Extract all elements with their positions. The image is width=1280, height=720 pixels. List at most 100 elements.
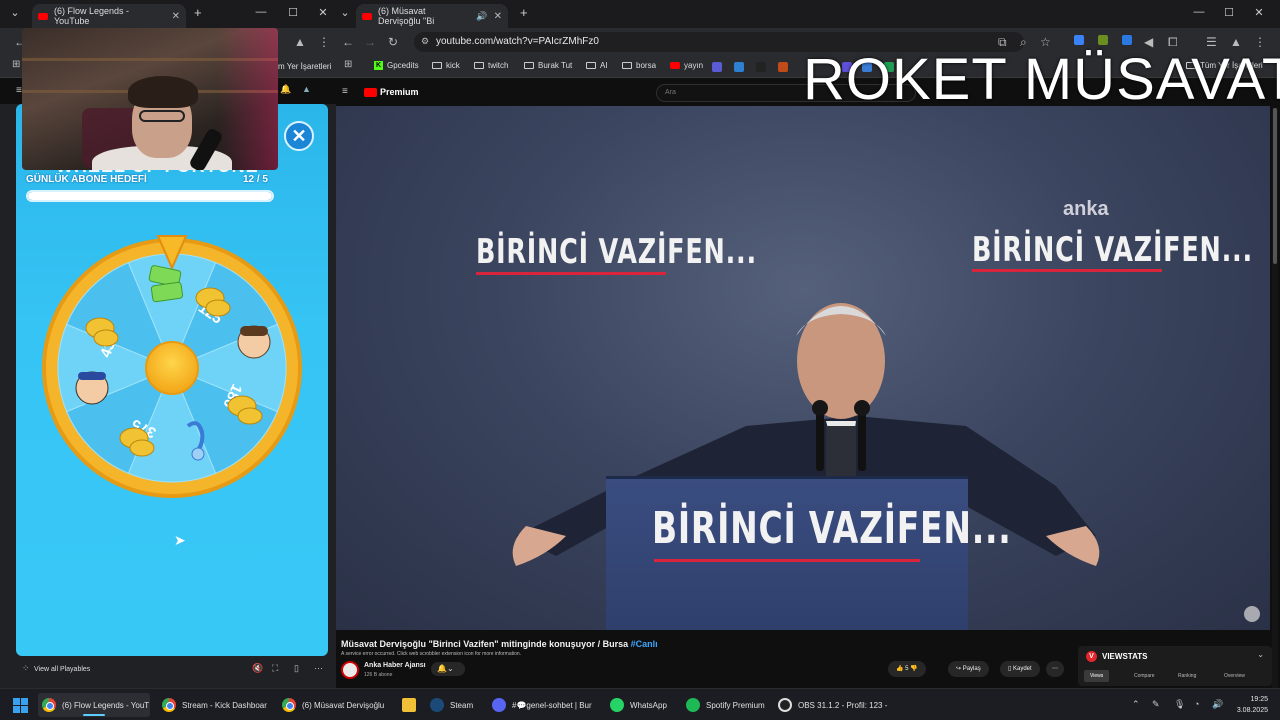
maximize-icon[interactable]: ☐ — [1222, 6, 1236, 19]
extension-icon[interactable] — [1098, 35, 1108, 45]
save-button[interactable]: ▯ Kaydet — [1000, 661, 1040, 677]
site-info-icon[interactable]: ⚙ — [421, 36, 429, 47]
taskbar-item-label: Steam — [450, 700, 474, 710]
apps-icon[interactable]: ⊞ — [12, 59, 20, 70]
forward-icon[interactable]: → — [364, 35, 376, 49]
microphone-tray-icon[interactable]: 🎙 — [1174, 699, 1185, 710]
bookmark-site-icon[interactable] — [734, 62, 744, 72]
fullscreen-icon[interactable]: ⛶ — [272, 663, 278, 674]
taskbar-item[interactable]: OBS 31.1.2 - Profil: 123 - — [774, 693, 887, 717]
minimize-icon[interactable]: — — [254, 6, 268, 18]
subscribe-bell-button[interactable]: 🔔⌄ — [431, 662, 465, 676]
taskbar-item[interactable] — [398, 693, 422, 717]
taskbar-item[interactable]: (6) Müsavat Dervişoğlu — [278, 693, 390, 717]
taskbar-item[interactable]: Steam — [426, 693, 478, 717]
bookmark-site-icon[interactable] — [756, 62, 766, 72]
page-scrollbar[interactable] — [1272, 108, 1278, 688]
taskbar-item[interactable]: Stream - Kick Dashboar — [158, 693, 270, 717]
extension-icon[interactable] — [1122, 35, 1132, 45]
bookmark-gpcedits[interactable]: K Gpcedits — [374, 61, 419, 70]
tab-musavat[interactable]: (6) Müsavat Dervişoğlu "Bi 🔊 ✕ — [356, 4, 508, 28]
bookmark-twitch[interactable]: twitch — [474, 61, 508, 70]
close-window-icon[interactable]: ✕ — [1252, 6, 1266, 19]
spotify-icon — [686, 698, 700, 712]
extension-icon[interactable] — [1074, 35, 1084, 45]
volume-icon[interactable]: 🔊 — [1212, 699, 1223, 710]
channel-name[interactable]: Anka Haber Ajansı — [364, 662, 426, 669]
bookmark-burak-tut[interactable]: Burak Tut — [524, 61, 572, 70]
video-player[interactable]: BİRİNCİ VAZİFEN... anka BİRİNCİ VAZİFEN.… — [336, 106, 1270, 630]
network-icon[interactable]: ◔ — [1194, 699, 1199, 709]
bookmark-ai[interactable]: AI — [586, 61, 608, 70]
more-icon[interactable]: ⋯ — [314, 663, 323, 674]
share-button[interactable]: ↪ Paylaş — [948, 661, 989, 677]
clock-time: 19:25 — [1250, 696, 1268, 703]
like-dislike-button[interactable]: 👍 5 👎 — [888, 661, 926, 677]
audio-playing-icon[interactable]: 🔊 — [476, 11, 487, 22]
tab-search-icon[interactable]: ⌄ — [8, 6, 22, 19]
reload-icon[interactable]: ↻ — [388, 35, 398, 49]
viewstats-tab-compare[interactable]: Compare — [1128, 670, 1161, 682]
live-tag[interactable]: #Canlı — [631, 639, 658, 649]
bookmark-kick[interactable]: kick — [432, 61, 460, 70]
bookmark-icon[interactable]: ▯ — [294, 663, 299, 674]
chevron-down-icon[interactable]: ⌄ — [1257, 650, 1264, 659]
profile-icon[interactable]: ▲ — [294, 35, 306, 49]
fortune-wheel[interactable]: 125180375435 — [42, 228, 302, 498]
notifications-icon[interactable]: 🔔 — [280, 84, 291, 95]
bookmark-borsa[interactable]: borsa — [622, 61, 656, 70]
new-tab-icon[interactable]: + — [520, 5, 528, 20]
pen-icon[interactable]: ✎ — [1152, 699, 1160, 710]
apps-icon[interactable]: ⊞ — [344, 59, 352, 70]
viewstats-tab-views[interactable]: Views — [1084, 670, 1110, 682]
bookmark-yayin[interactable]: yayın — [670, 61, 703, 70]
chrome-icon — [42, 698, 56, 712]
more-actions-button[interactable]: ⋯ — [1046, 661, 1064, 677]
folder-icon — [586, 62, 596, 69]
hamburger-icon[interactable]: ≡ — [342, 86, 348, 97]
close-tab-icon[interactable]: ✕ — [172, 11, 180, 22]
view-all-playables-link[interactable]: View all Playables — [34, 666, 90, 673]
minimize-icon[interactable]: — — [1192, 6, 1206, 18]
close-tab-icon[interactable]: ✕ — [494, 11, 502, 22]
character-avatar-icon — [237, 325, 271, 359]
scrollbar-thumb[interactable] — [1273, 108, 1277, 264]
podium: BİRİNCİ VAZİFEN... — [606, 476, 1011, 630]
taskbar-item[interactable]: WhatsApp — [606, 693, 674, 717]
tab-flow-legends[interactable]: (6) Flow Legends - YouTube ✕ — [32, 4, 186, 28]
account-icon[interactable]: ▲ — [302, 84, 311, 94]
mute-icon[interactable]: 🔇 — [252, 663, 263, 674]
taskbar-item[interactable]: Spotify Premium — [682, 693, 766, 717]
steam-icon — [430, 698, 444, 712]
obs-icon — [778, 698, 792, 712]
windows-start-icon[interactable] — [13, 698, 28, 713]
right-tab-strip: ⌄ (6) Müsavat Dervişoğlu "Bi 🔊 ✕ + — ☐ ✕ — [336, 0, 1280, 28]
close-window-icon[interactable]: ✕ — [316, 6, 330, 19]
banner-right-text: BİRİNCİ VAZİFEN... — [972, 230, 1253, 270]
tab-title: (6) Flow Legends - YouTube — [54, 6, 130, 26]
youtube-premium-logo[interactable]: Premium — [364, 87, 419, 97]
goal-progress-bar — [26, 190, 274, 202]
viewstats-tab-overview[interactable]: Overview — [1218, 670, 1251, 682]
bookmarks-folder-label[interactable]: m Yer İşaretleri — [278, 62, 331, 71]
right-browser-window: ⌄ (6) Müsavat Dervişoğlu "Bi 🔊 ✕ + — ☐ ✕… — [336, 0, 1280, 688]
taskbar-item[interactable]: #💬genel-sohbet | Bur — [488, 693, 600, 717]
tab-search-icon[interactable]: ⌄ — [338, 6, 352, 19]
bookmark-site-icon[interactable] — [778, 62, 788, 72]
channel-avatar[interactable] — [341, 661, 359, 679]
bookmark-site-icon[interactable] — [712, 62, 722, 72]
back-icon[interactable]: ← — [342, 35, 354, 49]
taskbar-item[interactable]: (6) Flow Legends - YouT — [38, 693, 150, 717]
chrome-icon — [162, 698, 176, 712]
tray-overflow-icon[interactable]: ⌃ — [1132, 699, 1140, 710]
system-clock[interactable]: 19:25 3.08.2025 — [1237, 694, 1268, 716]
viewstats-logo-icon: V — [1086, 651, 1097, 662]
playable-game-panel[interactable]: WHEEL OF FORTUNE ✕ GÜNLÜK ABONE HEDEFİ 1… — [16, 104, 328, 656]
game-close-button[interactable]: ✕ — [284, 121, 314, 151]
new-tab-icon[interactable]: + — [194, 5, 202, 20]
menu-icon[interactable]: ⋮ — [318, 35, 330, 49]
maximize-icon[interactable]: ☐ — [286, 6, 300, 19]
hamburger-icon[interactable]: ≡ — [16, 85, 22, 96]
viewstats-tab-ranking[interactable]: Ranking — [1172, 670, 1202, 682]
wheel-hub[interactable] — [145, 341, 199, 395]
